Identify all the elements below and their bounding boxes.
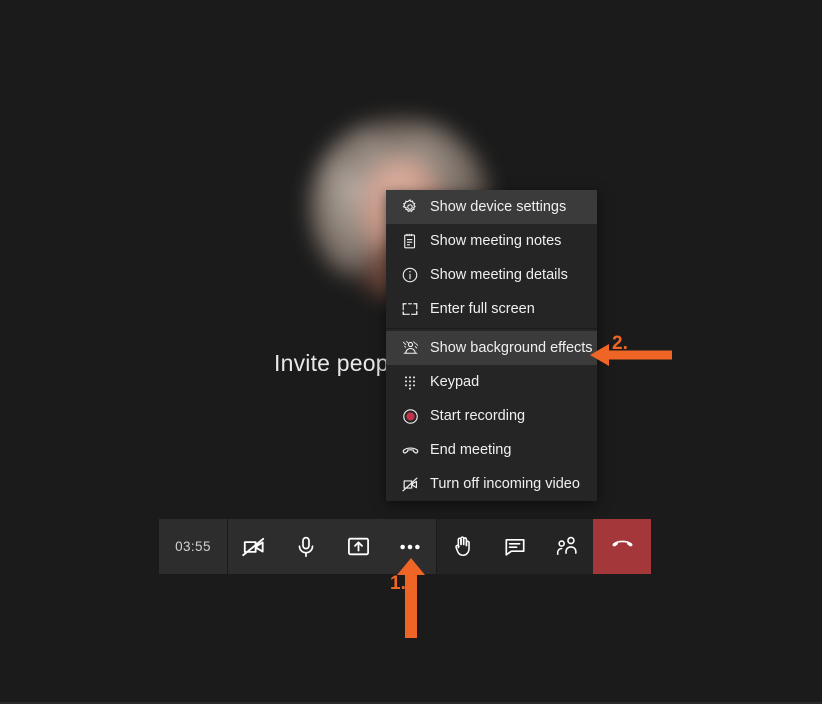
share-screen-button[interactable] [332, 519, 384, 574]
people-icon [555, 534, 580, 559]
meeting-timer-value: 03:55 [175, 539, 211, 554]
teams-meeting-screen: Invite peop Show device settings Show me… [0, 0, 822, 704]
info-circle-icon [400, 265, 420, 285]
menu-item-label: Show meeting notes [430, 233, 562, 249]
menu-item-start-recording[interactable]: Start recording [386, 399, 597, 433]
menu-item-label: Keypad [430, 374, 480, 390]
menu-item-keypad[interactable]: Keypad [386, 365, 597, 399]
hand-icon [451, 534, 476, 559]
menu-item-label: Turn off incoming video [430, 476, 580, 492]
hangup-icon [609, 531, 636, 563]
raise-hand-button[interactable] [437, 519, 489, 574]
video-off-icon [241, 534, 267, 560]
toolbar-secondary-group [436, 519, 593, 574]
menu-item-label: Enter full screen [430, 301, 535, 317]
camera-off-button[interactable] [228, 519, 280, 574]
background-effects-icon [400, 338, 420, 358]
video-off-icon [400, 474, 420, 494]
menu-item-label: Show meeting details [430, 267, 568, 283]
microphone-icon [294, 535, 318, 559]
menu-item-label: Show device settings [430, 199, 567, 215]
menu-item-label: Show background effects [430, 340, 593, 356]
annotation-arrow-step1 [396, 558, 426, 643]
end-call-icon [400, 440, 420, 460]
menu-item-show-background-effects[interactable]: Show background effects [386, 331, 597, 365]
chat-button[interactable] [489, 519, 541, 574]
annotation-label-step2: 2. [612, 333, 628, 354]
record-icon [400, 406, 420, 426]
share-screen-icon [346, 534, 371, 559]
menu-item-show-meeting-details[interactable]: Show meeting details [386, 258, 597, 292]
menu-separator [386, 328, 597, 329]
notes-icon [400, 231, 420, 251]
more-options-context-menu[interactable]: Show device settings Show meeting notes … [386, 190, 597, 501]
menu-item-show-device-settings[interactable]: Show device settings [386, 190, 597, 224]
menu-item-turn-off-incoming-video[interactable]: Turn off incoming video [386, 467, 597, 501]
people-button[interactable] [541, 519, 593, 574]
annotation-label-step1: 1. [390, 573, 406, 594]
annotation-arrow-step2 [590, 343, 672, 372]
menu-item-label: End meeting [430, 442, 512, 458]
ellipsis-icon [397, 534, 423, 560]
meeting-timer: 03:55 [159, 519, 227, 574]
invite-people-text: Invite peop [274, 350, 389, 376]
hangup-button[interactable] [593, 519, 651, 574]
menu-item-label: Start recording [430, 408, 526, 424]
menu-item-show-meeting-notes[interactable]: Show meeting notes [386, 224, 597, 258]
chat-icon [503, 535, 527, 559]
fullscreen-icon [400, 299, 420, 319]
menu-item-enter-full-screen[interactable]: Enter full screen [386, 292, 597, 326]
microphone-button[interactable] [280, 519, 332, 574]
menu-item-end-meeting[interactable]: End meeting [386, 433, 597, 467]
gear-icon [400, 197, 420, 217]
keypad-icon [400, 372, 420, 392]
